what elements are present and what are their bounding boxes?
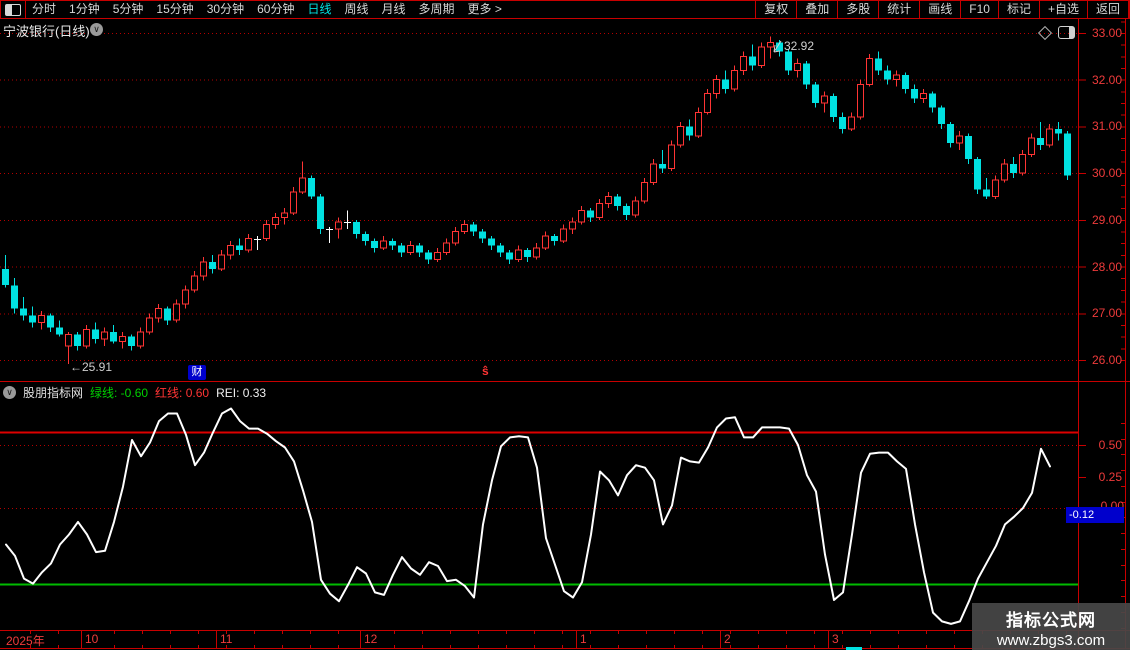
month-label: 12 (364, 632, 378, 646)
month-label: 1 (580, 632, 587, 646)
month-label: 11 (220, 632, 233, 646)
price-axis-label: 32.00 (1091, 73, 1122, 87)
indicator-axis-label: 0.50 (1098, 438, 1122, 452)
indicator-source: 股朋指标网 (23, 386, 84, 400)
chart-title: 宁波银行(日线) (3, 24, 90, 39)
high-annotation: 32.92 (784, 39, 814, 53)
watermark: 指标公式网 www.zbgs3.com (972, 603, 1130, 650)
news-marker[interactable]: 财 (188, 365, 206, 380)
price-axis-label: 27.00 (1091, 306, 1122, 320)
dividend-marker: ŝ (482, 364, 489, 378)
app-window: 分时 1分钟 5分钟 15分钟 30分钟 60分钟 日线 周线 月线 多周期 更多 > 复权 叠加 多股… (0, 0, 1130, 650)
indicator-red-value: 红线: 0.60 (155, 386, 210, 400)
price-axis-label: 31.00 (1091, 119, 1122, 133)
watermark-title: 指标公式网 (1006, 611, 1096, 630)
month-label: 3 (832, 632, 839, 646)
month-label: 2 (724, 632, 731, 646)
low-annotation: ←25.91 (70, 360, 112, 374)
price-axis-label: 29.00 (1091, 213, 1122, 227)
price-axis-label: 30.00 (1091, 166, 1122, 180)
indicator-rei-value: REI: 0.33 (216, 385, 267, 400)
indicator-axis-label: 0.25 (1098, 470, 1122, 484)
indicator-green-value: 绿线: -0.60 (90, 386, 149, 400)
watermark-url: www.zbgs3.com (996, 632, 1106, 649)
current-value-box: -0.12 (1066, 507, 1124, 523)
candlestick-chart[interactable]: 32.92 ←25.91 (0, 0, 1130, 650)
panel-toggle-icon[interactable] (1058, 26, 1075, 39)
price-axis-label: 26.00 (1091, 353, 1122, 367)
price-axis-label: 28.00 (1091, 260, 1122, 274)
price-axis-label: 33.00 (1091, 26, 1122, 40)
chevron-down-icon[interactable]: ∨ (90, 23, 103, 36)
indicator-header: ∨ 股朋指标网 绿线: -0.60 红线: 0.60 REI: 0.33 (3, 384, 266, 401)
chevron-down-icon[interactable]: ∨ (3, 386, 16, 399)
month-label: 10 (85, 632, 99, 646)
year-label: 2025年 (6, 634, 45, 648)
